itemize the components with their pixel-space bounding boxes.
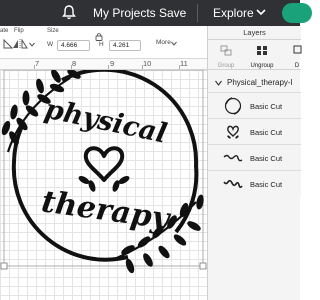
top-ruler: 7 8 9 10 11 <box>0 59 207 70</box>
resize-handle <box>199 262 207 270</box>
group-icon <box>220 45 232 56</box>
layer-item-label: Basic Cut <box>250 128 283 137</box>
lock-icon[interactable] <box>95 32 103 41</box>
more-button[interactable]: More <box>156 39 171 46</box>
duplicate-button[interactable]: D <box>292 43 302 69</box>
layer-group-name: Physical_therapy-l <box>227 78 293 87</box>
height-field[interactable]: 4.261 <box>109 40 141 51</box>
group-label: Group <box>217 63 235 69</box>
duplicate-label: D <box>294 63 300 69</box>
layer-tools: Group Ungroup D <box>208 40 302 70</box>
my-projects-link[interactable]: My Projects <box>93 6 156 20</box>
heart-symbol <box>78 146 130 192</box>
ruler-tick <box>71 65 72 69</box>
layers-panel-title: Layers <box>208 26 301 40</box>
layer-item[interactable]: Basic Cut <box>208 92 301 118</box>
ungroup-label: Ungroup <box>250 63 274 69</box>
flip-icon[interactable] <box>12 39 28 49</box>
wreath-thumb-icon <box>224 97 242 115</box>
ungroup-icon <box>257 46 267 55</box>
height-letter: H <box>99 41 104 48</box>
chevron-down-icon[interactable] <box>215 80 222 86</box>
size-label: Size <box>47 28 59 34</box>
group-button[interactable]: Group <box>214 43 238 69</box>
layer-item[interactable]: Basic Cut <box>208 170 301 196</box>
flip-label: Flip <box>14 28 24 34</box>
therapy-text-thumb-icon <box>223 179 243 189</box>
layer-item[interactable]: Basic Cut <box>208 118 301 144</box>
ruler-number: 8 <box>72 59 77 68</box>
layer-item[interactable]: Basic Cut <box>208 144 301 170</box>
resize-handle <box>0 262 8 270</box>
width-field[interactable]: 4.666 <box>57 40 90 51</box>
physical-text-thumb-icon <box>223 154 243 162</box>
layers-panel: Layers Group Ungroup D Physical_therapy-… <box>207 26 302 300</box>
heart-thumb-icon <box>227 125 239 139</box>
top-bar: My Projects Save Explore <box>0 0 312 26</box>
ruler-tick <box>179 65 180 69</box>
flip-chevron-icon[interactable] <box>29 42 35 47</box>
ruler-number: 10 <box>143 59 152 68</box>
save-button[interactable]: Save <box>159 6 186 20</box>
physical-therapy-design[interactable]: physical therapy <box>0 70 207 300</box>
layer-item-label: Basic Cut <box>250 154 283 163</box>
ungroup-button[interactable]: Ungroup <box>246 43 278 69</box>
width-letter: W <box>47 41 54 48</box>
edit-toolbar: ate Flip Size W 4.666 H 4.261 More <box>0 26 207 59</box>
topbar-divider <box>197 4 198 22</box>
ruler-tick <box>108 65 109 69</box>
rotate-label: ate <box>0 28 9 34</box>
duplicate-icon <box>293 45 302 54</box>
design-canvas[interactable]: physical therapy <box>0 70 207 300</box>
ruler-tick <box>142 65 143 69</box>
bell-icon[interactable] <box>62 5 76 20</box>
ruler-number: 11 <box>180 59 188 68</box>
therapy-text[interactable]: therapy <box>39 184 174 237</box>
explore-menu[interactable]: Explore <box>213 6 254 20</box>
ruler-number: 9 <box>110 59 115 68</box>
chevron-down-icon[interactable] <box>256 8 266 16</box>
more-chevron-icon[interactable] <box>171 41 177 46</box>
ruler-number: 7 <box>35 59 40 68</box>
ruler-tick <box>34 65 35 69</box>
make-it-button[interactable] <box>282 3 312 23</box>
layer-item-label: Basic Cut <box>250 180 283 189</box>
layer-group-row[interactable]: Physical_therapy-l <box>208 76 301 92</box>
layer-item-label: Basic Cut <box>250 102 283 111</box>
physical-text[interactable]: physical <box>42 94 170 150</box>
